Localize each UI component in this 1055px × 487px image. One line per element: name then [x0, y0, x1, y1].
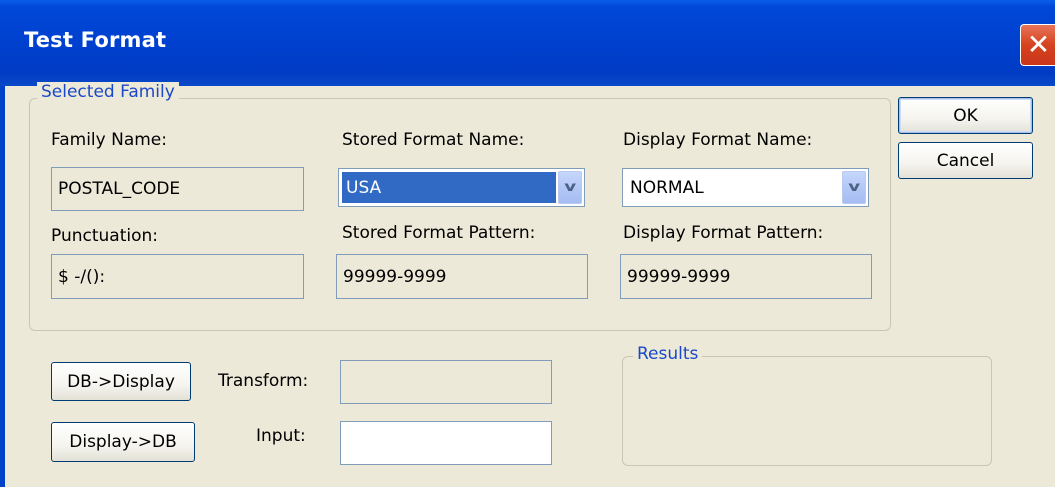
transform-field: [340, 360, 552, 404]
dialog-client-area: Selected Family Family Name: Stored Form…: [5, 82, 1055, 487]
title-bar[interactable]: Test Format ✕: [0, 0, 1055, 86]
display-format-name-label: Display Format Name:: [623, 130, 813, 150]
stored-format-dropdown-button[interactable]: v: [558, 171, 582, 204]
stored-format-name-select[interactable]: USA v: [338, 168, 585, 207]
punctuation-field: $ -/():: [51, 254, 304, 299]
stored-format-name-label: Stored Format Name:: [342, 130, 525, 150]
display-format-name-select[interactable]: NORMAL v: [622, 168, 869, 207]
family-name-field: POSTAL_CODE: [51, 167, 304, 211]
chevron-down-icon: v: [564, 180, 576, 195]
input-label: Input:: [256, 426, 306, 446]
display-format-dropdown-button[interactable]: v: [842, 171, 866, 204]
cancel-button[interactable]: Cancel: [898, 142, 1033, 179]
display-to-db-button[interactable]: Display->DB: [51, 422, 195, 462]
close-icon: ✕: [1026, 28, 1051, 61]
results-group-label: Results: [633, 344, 703, 364]
results-group: [622, 356, 992, 466]
window-title: Test Format: [24, 28, 167, 52]
family-name-label: Family Name:: [51, 130, 167, 150]
stored-format-name-value: USA: [342, 172, 556, 203]
input-field[interactable]: [340, 421, 552, 465]
db-to-display-button[interactable]: DB->Display: [51, 362, 191, 401]
transform-label: Transform:: [218, 371, 309, 391]
display-format-pattern-label: Display Format Pattern:: [623, 223, 824, 243]
display-format-name-value: NORMAL: [630, 177, 704, 198]
punctuation-label: Punctuation:: [51, 226, 158, 246]
selected-family-group-label: Selected Family: [37, 82, 179, 102]
stored-format-pattern-field: 99999-9999: [336, 254, 588, 299]
display-format-pattern-field: 99999-9999: [620, 254, 872, 299]
test-format-dialog: Test Format ✕ Selected Family Family Nam…: [0, 0, 1055, 487]
stored-format-pattern-label: Stored Format Pattern:: [342, 223, 536, 243]
chevron-down-icon: v: [848, 180, 860, 195]
ok-button[interactable]: OK: [898, 97, 1033, 134]
close-button[interactable]: ✕: [1020, 24, 1055, 66]
